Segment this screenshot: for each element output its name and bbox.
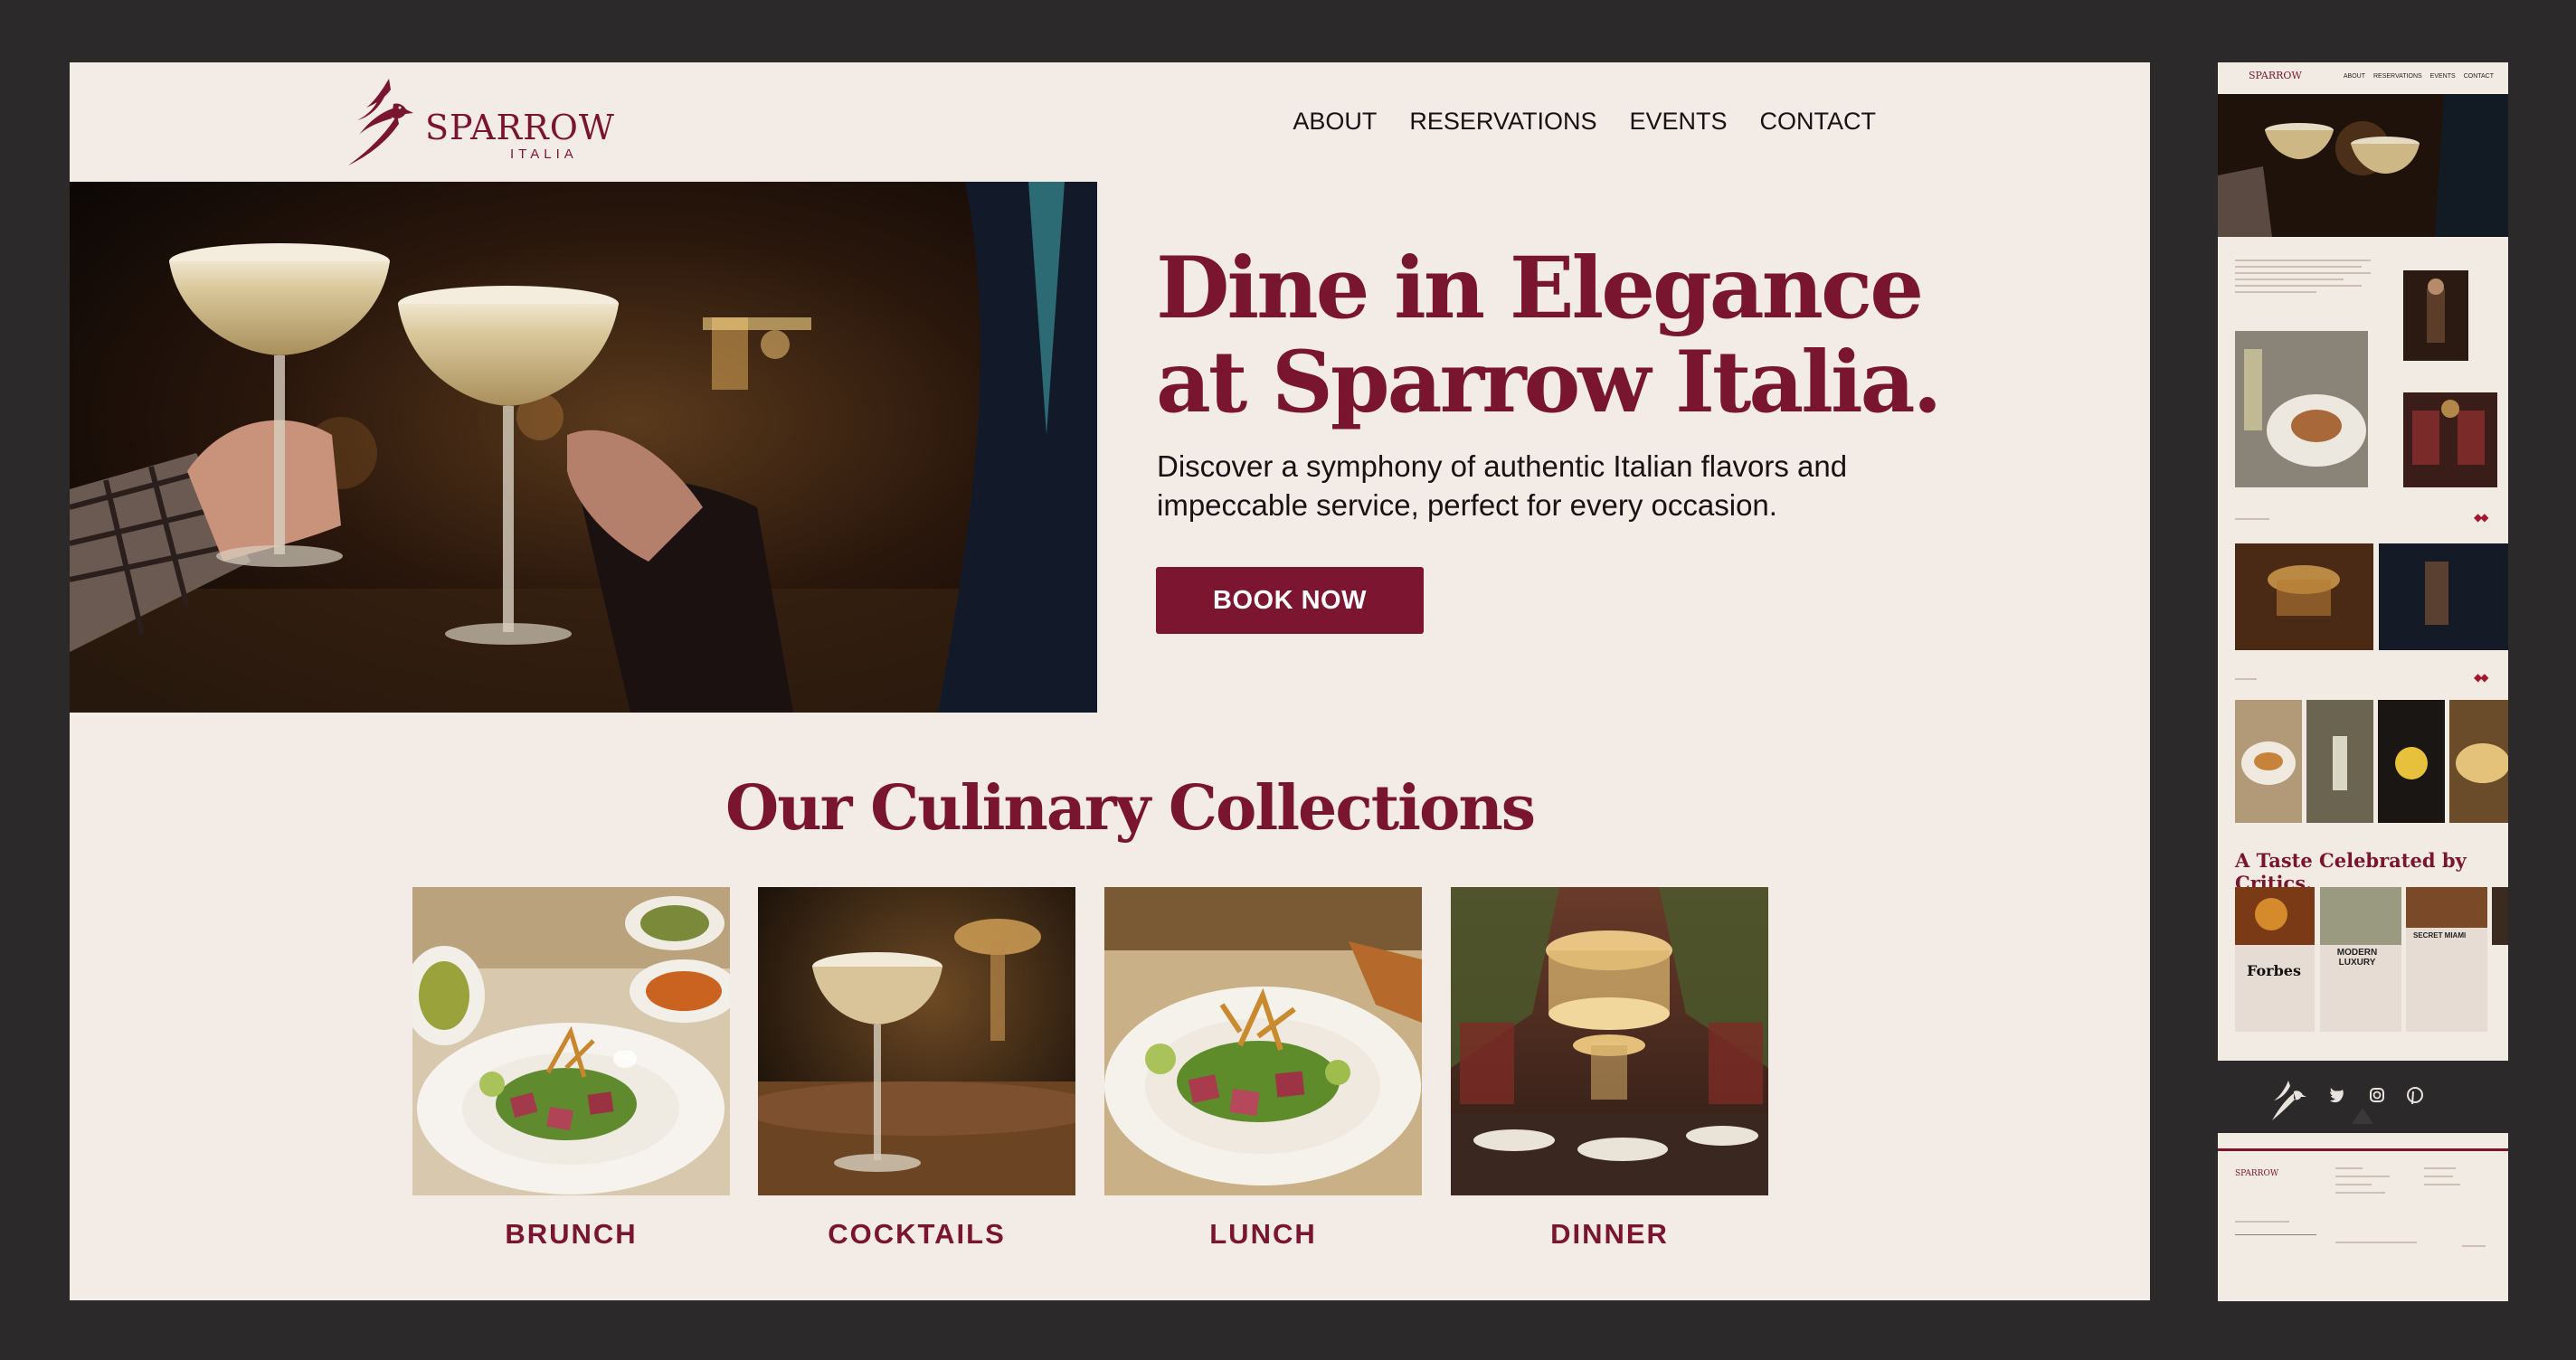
footer-accent-bar [2218, 1148, 2508, 1151]
main-page-preview: SPARROW ITALIA ABOUT RESERVATIONS EVENTS… [70, 62, 2150, 1300]
preview-press-cards: Forbes MODERN LUXURY SECRET MIAMI [2235, 887, 2508, 1061]
brunch-image [412, 887, 730, 1195]
preview-footer-legal [2335, 1242, 2417, 1243]
preview-menus-arrows-icon[interactable]: ◆◆ [2474, 671, 2489, 684]
preview-footer-social-mini [2462, 1245, 2486, 1247]
dinner-image [1451, 887, 1768, 1195]
preview-interior-image [2403, 392, 2497, 487]
preview-menu-images [2235, 700, 2508, 823]
card-label-lunch[interactable]: LUNCH [1104, 1218, 1422, 1251]
brand-name[interactable]: SPARROW [425, 108, 615, 147]
preview-newsletter-heading [2235, 1221, 2289, 1223]
brand-subtitle: ITALIA [510, 146, 578, 162]
preview-dish-image [2235, 331, 2368, 487]
preview-newsletter-input[interactable] [2235, 1234, 2316, 1235]
preview-menus-heading [2235, 678, 2257, 680]
preview-carousel-arrows-icon[interactable]: ◆◆ [2474, 511, 2489, 524]
preview-footer-logo: SPARROW [2235, 1169, 2279, 1178]
hero-title-line1: Dine in Elegance [1156, 239, 1924, 338]
preview-footer-links-1 [2335, 1167, 2408, 1194]
nav-about[interactable]: ABOUT [1293, 108, 1377, 136]
card-label-dinner[interactable]: DINNER [1451, 1218, 1768, 1251]
collection-card-brunch[interactable] [412, 887, 730, 1195]
instagram-icon[interactable] [2370, 1088, 2384, 1102]
preview-events-images [2235, 543, 2508, 650]
collections-title: Our Culinary Collections [725, 772, 1536, 845]
sparrow-logo-icon[interactable] [339, 71, 421, 171]
twitter-icon[interactable] [2330, 1088, 2344, 1103]
mobile-preview-panel[interactable]: SPARROW ABOUT RESERVATIONS EVENTS CONTAC… [2218, 62, 2508, 1061]
book-now-button[interactable]: BOOK NOW [1156, 567, 1424, 634]
preview-social-row [2272, 1081, 2423, 1124]
main-nav: ABOUT RESERVATIONS EVENTS CONTACT [1293, 108, 1876, 136]
preview-nav-events: EVENTS [2429, 73, 2456, 80]
collection-card-cocktails[interactable] [758, 887, 1075, 1195]
preview-footer-logo-icon [2272, 1081, 2306, 1120]
cocktails-image [758, 887, 1075, 1195]
hero-image [70, 182, 1097, 713]
preview-nav-reservations: RESERVATIONS [2372, 73, 2422, 80]
preview-hero-image [2218, 94, 2508, 237]
collection-card-dinner[interactable] [1451, 887, 1768, 1195]
press-forbes: Forbes [2247, 962, 2301, 979]
collection-card-lunch[interactable] [1104, 887, 1422, 1195]
nav-contact[interactable]: CONTACT [1760, 108, 1877, 136]
nav-reservations[interactable]: RESERVATIONS [1409, 108, 1596, 136]
card-label-cocktails[interactable]: COCKTAILS [758, 1218, 1075, 1251]
preview-nav: ABOUT RESERVATIONS EVENTS CONTACT [2344, 73, 2494, 80]
preview-events-heading [2235, 518, 2269, 520]
hero-title: Dine in Elegance at Sparrow Italia. [1156, 241, 2097, 430]
pinterest-icon[interactable] [2407, 1087, 2423, 1105]
preview-bartender-image [2403, 270, 2468, 361]
card-label-brunch[interactable]: BRUNCH [412, 1218, 730, 1251]
press-secret-miami: SECRET MIAMI [2413, 931, 2467, 940]
press-modern-luxury: MODERN LUXURY [2336, 948, 2378, 968]
preview-about-text [2235, 260, 2380, 298]
preview-logo: SPARROW [2249, 70, 2302, 81]
preview-nav-about: ABOUT [2343, 73, 2365, 80]
preview-nav-contact: CONTACT [2463, 73, 2494, 80]
lunch-image [1104, 887, 1422, 1195]
hero-subtitle: Discover a symphony of authentic Italian… [1157, 449, 1848, 522]
preview-footer-links-2 [2424, 1167, 2478, 1185]
nav-events[interactable]: EVENTS [1629, 108, 1727, 136]
hero-title-line2: at Sparrow Italia. [1156, 333, 1942, 432]
preview-footer-panel[interactable]: SPARROW [2218, 1133, 2508, 1301]
